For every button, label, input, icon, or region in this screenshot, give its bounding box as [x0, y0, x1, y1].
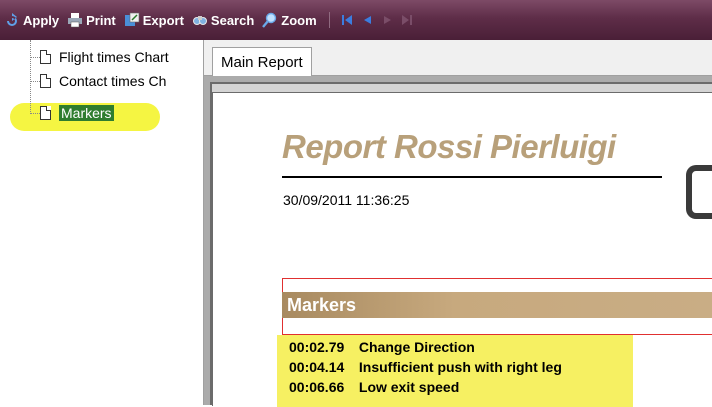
- print-icon: [68, 13, 83, 28]
- tab-label: Main Report: [221, 54, 303, 71]
- print-label: Print: [86, 12, 116, 28]
- report-date: 30/09/2011 11:36:25: [283, 192, 410, 208]
- zoom-label: Zoom: [281, 12, 317, 28]
- title-divider: [282, 176, 662, 178]
- marker-label: Insufficient push with right leg: [358, 359, 562, 375]
- toolbar-separator: [328, 12, 330, 28]
- tree-item-label: Contact times Ch: [59, 73, 167, 89]
- toolbar: Apply Print Export Search Zoom: [0, 0, 712, 40]
- export-button[interactable]: Export: [124, 8, 184, 32]
- marker-row: 00:04.14 Insufficient push with right le…: [289, 357, 633, 377]
- document-icon: [40, 50, 51, 64]
- section-title: Markers: [287, 295, 357, 315]
- marker-label: Low exit speed: [358, 379, 460, 395]
- tree-item-flight-times[interactable]: Flight times Chart: [24, 47, 169, 67]
- page-navigation: [340, 12, 414, 28]
- export-icon: [124, 12, 140, 26]
- logo: [686, 165, 712, 219]
- tree-item-label: Flight times Chart: [59, 49, 169, 65]
- search-button[interactable]: Search: [192, 8, 254, 32]
- next-page-icon[interactable]: [380, 12, 394, 28]
- first-page-icon[interactable]: [340, 12, 354, 28]
- apply-label: Apply: [23, 12, 60, 28]
- report-tree: Flight times Chart Contact times Ch Mark…: [0, 40, 204, 405]
- zoom-button[interactable]: Zoom: [262, 8, 317, 32]
- export-label: Export: [142, 12, 184, 28]
- tree-item-markers[interactable]: Markers: [24, 103, 114, 123]
- apply-icon: [7, 13, 17, 26]
- marker-time: 00:04.14: [289, 359, 345, 375]
- document-icon: [40, 106, 51, 120]
- report-title: Report Rossi Pierluigi: [282, 128, 616, 165]
- tab-strip: Main Report: [204, 40, 712, 77]
- zoom-icon: [262, 12, 277, 28]
- marker-label: Change Direction: [358, 339, 475, 355]
- marker-row: 00:02.79 Change Direction: [289, 337, 633, 357]
- print-button[interactable]: Print: [67, 8, 116, 32]
- search-label: Search: [210, 12, 255, 28]
- tree-item-label: Markers: [59, 105, 114, 121]
- marker-time: 00:02.79: [289, 339, 345, 355]
- search-icon: [192, 16, 207, 25]
- markers-list: 00:02.79 Change Direction 00:04.14 Insuf…: [277, 335, 633, 407]
- apply-button[interactable]: Apply: [4, 8, 59, 32]
- tab-main-report[interactable]: Main Report: [212, 47, 312, 77]
- prev-page-icon[interactable]: [360, 12, 374, 28]
- marker-row: 00:06.66 Low exit speed: [289, 377, 633, 397]
- tree-item-contact-times[interactable]: Contact times Ch: [24, 71, 166, 91]
- last-page-icon[interactable]: [400, 12, 414, 28]
- document-icon: [40, 74, 51, 88]
- marker-time: 00:06.66: [289, 379, 345, 395]
